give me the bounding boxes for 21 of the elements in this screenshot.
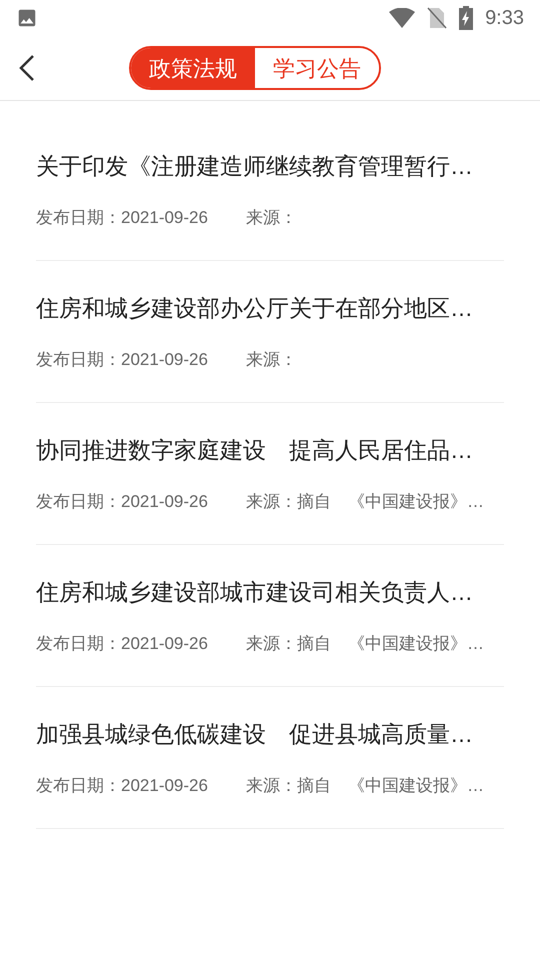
article-title[interactable]: 住房和城乡建设部城市建设司相关负责人… <box>36 574 504 609</box>
article-title[interactable]: 关于印发《注册建造师继续教育管理暂行… <box>36 148 504 183</box>
publish-date: 发布日期：2021-09-26 <box>36 207 209 229</box>
article-source: 来源：摘自 《中国建设报》… <box>246 633 484 655</box>
publish-date: 发布日期：2021-09-26 <box>36 775 209 797</box>
image-icon <box>16 7 38 29</box>
article-source: 来源：摘自 《中国建设报》… <box>246 491 484 513</box>
tab[interactable]: 政策法规 <box>131 48 255 88</box>
article-source: 来源： <box>246 349 297 371</box>
status-time: 9:33 <box>485 6 524 31</box>
publish-date: 发布日期：2021-09-26 <box>36 491 209 513</box>
wifi-icon <box>389 8 416 28</box>
battery-charging-icon <box>459 6 474 30</box>
publish-date: 发布日期：2021-09-26 <box>36 633 209 655</box>
article-source: 来源：摘自 《中国建设报》… <box>246 775 484 797</box>
article-title[interactable]: 加强县城绿色低碳建设 促进县城高质量… <box>36 716 504 751</box>
article-source: 来源： <box>246 207 297 229</box>
no-sim-icon <box>427 7 448 29</box>
publish-date: 发布日期：2021-09-26 <box>36 349 209 371</box>
article-title[interactable]: 协同推进数字家庭建设 提高人民居住品… <box>36 432 504 467</box>
article-title[interactable]: 住房和城乡建设部办公厅关于在部分地区… <box>36 290 504 325</box>
